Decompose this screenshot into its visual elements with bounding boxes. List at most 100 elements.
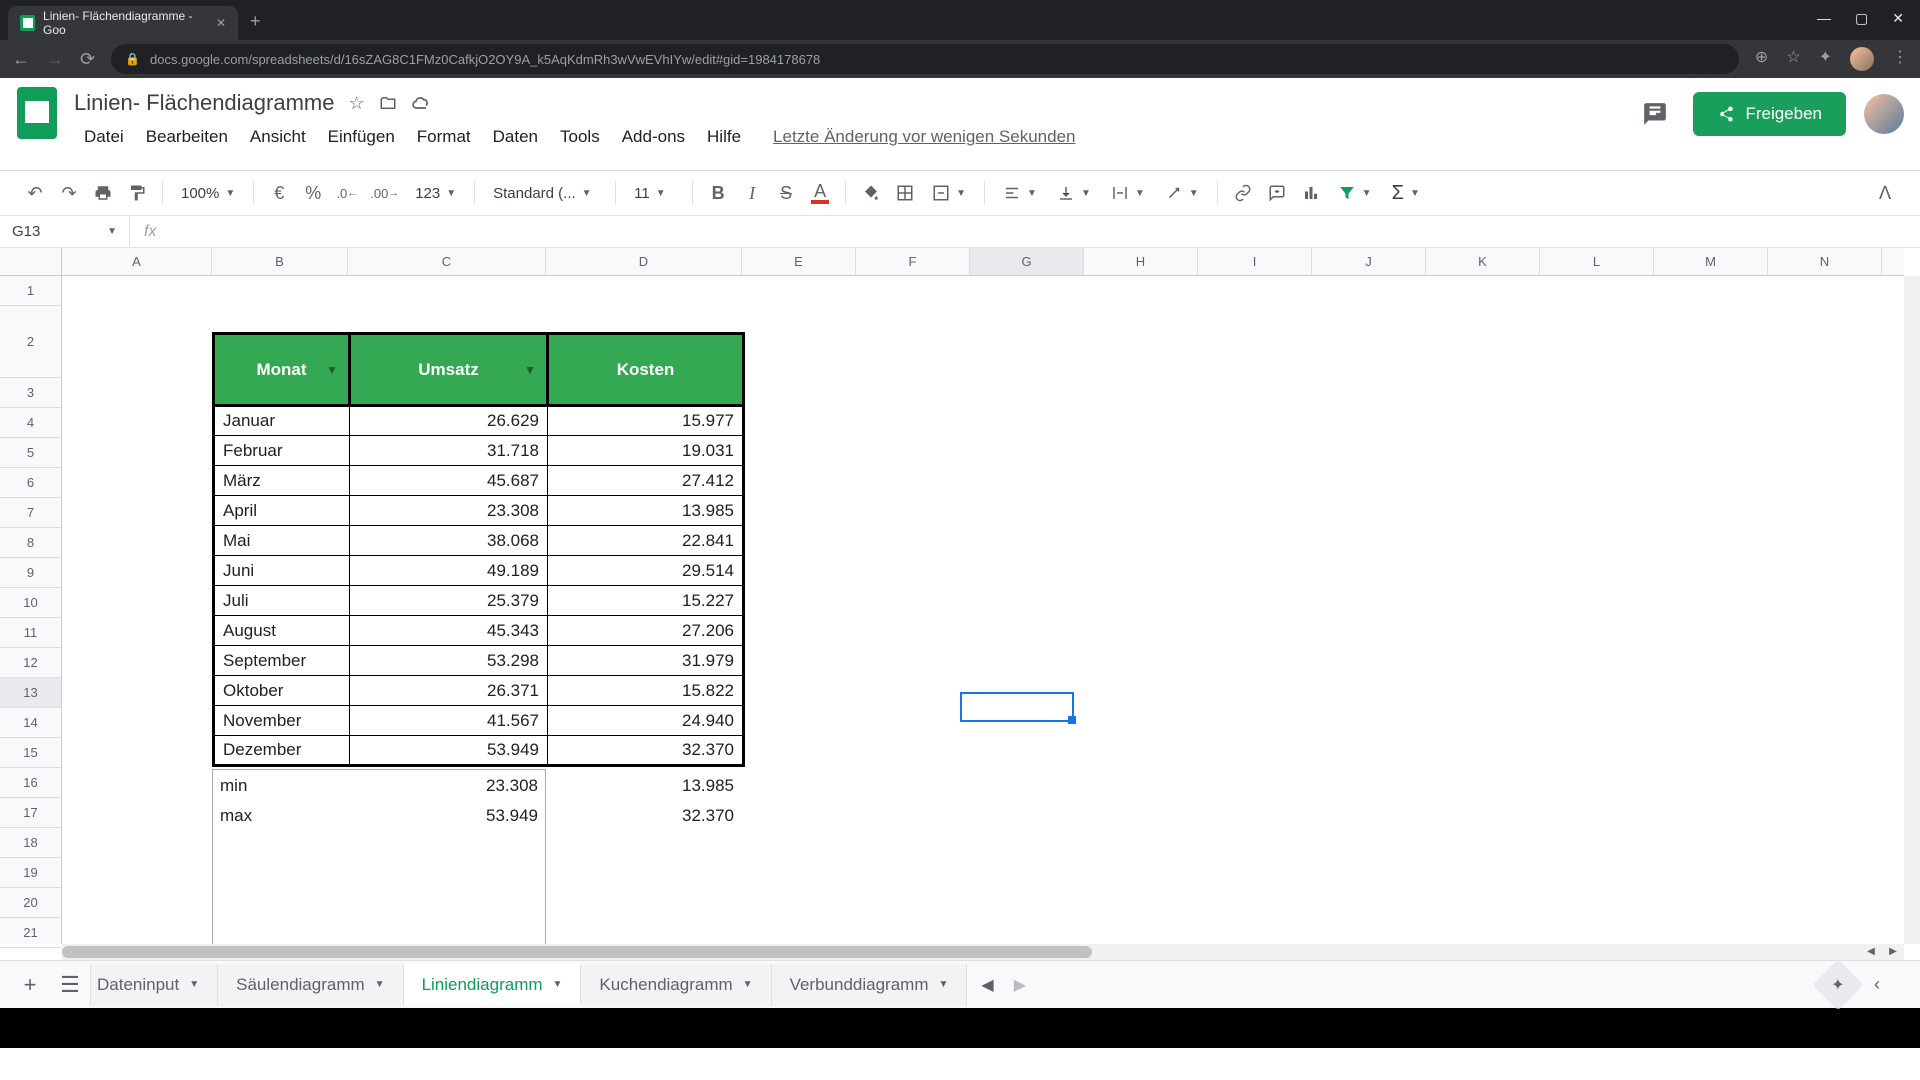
- sheet-tab[interactable]: Verbunddiagramm▼: [772, 964, 968, 1006]
- minimize-icon[interactable]: ―: [1817, 10, 1831, 27]
- chevron-down-icon[interactable]: ▼: [743, 979, 753, 990]
- account-avatar-icon[interactable]: [1864, 94, 1904, 134]
- row-header[interactable]: 6: [0, 468, 61, 498]
- column-header[interactable]: M: [1654, 248, 1768, 275]
- column-header[interactable]: H: [1084, 248, 1198, 275]
- chart-button[interactable]: [1296, 178, 1326, 208]
- chevron-down-icon[interactable]: ▼: [553, 979, 563, 990]
- spreadsheet-grid[interactable]: ABCDEFGHIJKLMN 1234567891011121314151617…: [0, 248, 1920, 960]
- decrease-decimal-button[interactable]: .0←: [332, 178, 362, 208]
- fill-color-button[interactable]: [856, 178, 886, 208]
- row-header[interactable]: 16: [0, 768, 61, 798]
- paint-format-icon[interactable]: [122, 178, 152, 208]
- font-select[interactable]: Standard (...▼: [485, 185, 605, 202]
- column-header[interactable]: F: [856, 248, 970, 275]
- comments-icon[interactable]: [1635, 94, 1675, 134]
- column-header[interactable]: N: [1768, 248, 1882, 275]
- scroll-right-icon[interactable]: ▶: [1882, 944, 1904, 960]
- percent-button[interactable]: %: [298, 178, 328, 208]
- column-header[interactable]: I: [1198, 248, 1312, 275]
- cells-area[interactable]: Monat▼ Umsatz▼ Kosten Januar26.62915.977…: [62, 276, 1904, 944]
- header-umsatz[interactable]: Umsatz▼: [350, 334, 548, 406]
- row-header[interactable]: 5: [0, 438, 61, 468]
- sheets-logo-icon[interactable]: [10, 86, 64, 140]
- row-header[interactable]: 1: [0, 276, 61, 306]
- side-panel-toggle-icon[interactable]: ‹: [1874, 974, 1910, 995]
- chevron-down-icon[interactable]: ▼: [375, 979, 385, 990]
- forward-icon[interactable]: →: [46, 49, 64, 70]
- select-all-corner[interactable]: [0, 248, 62, 276]
- menu-icon[interactable]: ⋮: [1892, 47, 1908, 71]
- sheet-prev-icon[interactable]: ◀: [981, 975, 993, 995]
- row-header[interactable]: 9: [0, 558, 61, 588]
- column-header[interactable]: K: [1426, 248, 1540, 275]
- functions-button[interactable]: Σ▼: [1384, 182, 1428, 205]
- menu-datei[interactable]: Datei: [74, 123, 134, 151]
- menu-tools[interactable]: Tools: [550, 123, 610, 151]
- row-header[interactable]: 15: [0, 738, 61, 768]
- column-header[interactable]: C: [348, 248, 546, 275]
- h-align-button[interactable]: ▼: [995, 184, 1045, 202]
- undo-icon[interactable]: ↶: [20, 178, 50, 208]
- explore-button[interactable]: ✦: [1813, 959, 1864, 1010]
- scroll-left-icon[interactable]: ◀: [1860, 944, 1882, 960]
- url-input[interactable]: 🔒 docs.google.com/spreadsheets/d/16sZAG8…: [111, 44, 1739, 74]
- sheet-tab[interactable]: Liniendiagramm▼: [404, 963, 582, 1005]
- column-header[interactable]: D: [546, 248, 742, 275]
- move-doc-icon[interactable]: [379, 94, 397, 112]
- bold-button[interactable]: B: [703, 178, 733, 208]
- row-header[interactable]: 20: [0, 888, 61, 918]
- sheet-tab[interactable]: Dateninput▼: [90, 964, 218, 1006]
- close-window-icon[interactable]: ✕: [1892, 10, 1904, 27]
- rotate-button[interactable]: ▼: [1157, 184, 1207, 202]
- number-format-select[interactable]: 123▼: [407, 185, 464, 202]
- chevron-down-icon[interactable]: ▼: [939, 979, 949, 990]
- sheet-next-icon[interactable]: ▶: [1014, 975, 1026, 995]
- row-header[interactable]: 12: [0, 648, 61, 678]
- column-header[interactable]: J: [1312, 248, 1426, 275]
- chevron-down-icon[interactable]: ▼: [189, 979, 199, 990]
- font-size-select[interactable]: 11▼: [626, 185, 682, 202]
- column-header[interactable]: E: [742, 248, 856, 275]
- row-header[interactable]: 3: [0, 378, 61, 408]
- star-icon[interactable]: ☆: [1786, 47, 1800, 71]
- column-header[interactable]: L: [1540, 248, 1654, 275]
- maximize-icon[interactable]: ▢: [1855, 10, 1868, 27]
- menu-ansicht[interactable]: Ansicht: [240, 123, 316, 151]
- wrap-button[interactable]: ▼: [1103, 184, 1153, 202]
- row-header[interactable]: 10: [0, 588, 61, 618]
- zoom-select[interactable]: 100%▼: [173, 185, 243, 202]
- menu-hilfe[interactable]: Hilfe: [697, 123, 751, 151]
- share-button[interactable]: Freigeben: [1693, 92, 1846, 136]
- vertical-scrollbar[interactable]: [1904, 276, 1920, 944]
- row-header[interactable]: 11: [0, 618, 61, 648]
- scrollbar-thumb[interactable]: [62, 946, 1092, 958]
- column-header[interactable]: A: [62, 248, 212, 275]
- row-header[interactable]: 7: [0, 498, 61, 528]
- merge-button[interactable]: ▼: [924, 184, 974, 202]
- row-header[interactable]: 18: [0, 828, 61, 858]
- menu-daten[interactable]: Daten: [483, 123, 548, 151]
- text-color-button[interactable]: A: [805, 178, 835, 208]
- sheet-tab[interactable]: Säulendiagramm▼: [218, 964, 403, 1006]
- fill-handle[interactable]: [1068, 716, 1076, 724]
- row-header[interactable]: 4: [0, 408, 61, 438]
- tab-close-icon[interactable]: ✕: [216, 16, 226, 30]
- row-header[interactable]: 13: [0, 678, 61, 708]
- profile-avatar-icon[interactable]: [1850, 47, 1874, 71]
- collapse-toolbar-icon[interactable]: ᐱ: [1870, 178, 1900, 208]
- italic-button[interactable]: I: [737, 178, 767, 208]
- browser-tab[interactable]: Linien- Flächendiagramme - Goo ✕: [8, 6, 238, 40]
- v-align-button[interactable]: ▼: [1049, 184, 1099, 202]
- menu-einfuegen[interactable]: Einfügen: [318, 123, 405, 151]
- link-button[interactable]: [1228, 178, 1258, 208]
- row-header[interactable]: 17: [0, 798, 61, 828]
- sheet-tab[interactable]: Kuchendiagramm▼: [581, 964, 771, 1006]
- back-icon[interactable]: ←: [12, 49, 30, 70]
- extensions-icon[interactable]: ✦: [1819, 47, 1832, 71]
- comment-button[interactable]: [1262, 178, 1292, 208]
- selected-cell[interactable]: [960, 692, 1074, 722]
- header-kosten[interactable]: Kosten: [548, 334, 744, 406]
- borders-button[interactable]: [890, 178, 920, 208]
- cloud-status-icon[interactable]: [411, 93, 431, 113]
